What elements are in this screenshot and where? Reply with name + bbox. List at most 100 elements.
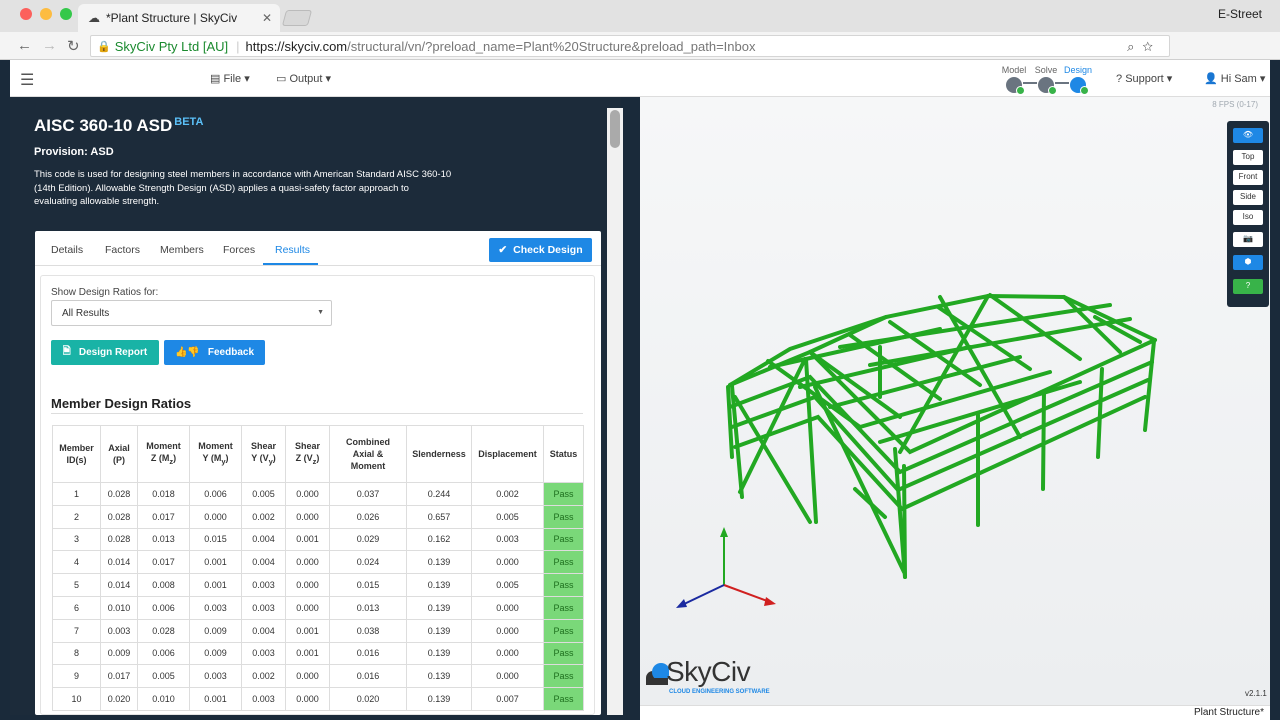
check-design-label: Check Design (513, 244, 583, 256)
back-arrow-icon[interactable]: ← (17, 37, 32, 54)
table-cell: 0.002 (471, 482, 544, 506)
table-row: 1 0.028 0.018 0.006 0.005 0.000 0.037 0.244 0.00… (52, 482, 584, 506)
structure-model[interactable] (640, 97, 1270, 705)
table-cell: 4 (52, 550, 101, 575)
view-iso-button[interactable]: Iso (1233, 210, 1263, 225)
table-cell: 0.003 (189, 595, 242, 620)
col-axial[interactable]: Axial (P) (100, 425, 138, 483)
status-bar: Plant Structure* (640, 705, 1270, 720)
table-cell: 0.020 (100, 687, 138, 711)
3d-viewport[interactable]: 8 FPS (0-17) v2.1.1 (640, 97, 1270, 705)
ratios-filter-select[interactable]: All Results ▼ (51, 300, 332, 326)
show-ratios-label: Show Design Ratios for: (51, 287, 159, 298)
new-tab-button[interactable] (281, 10, 313, 26)
feedback-button[interactable]: 👍👎 Feedback (164, 340, 265, 365)
design-report-button[interactable]: 🗎 Design Report (51, 340, 159, 365)
file-menu-label: File (223, 73, 242, 85)
col-moment-z[interactable]: Moment Z (Mz) (137, 425, 190, 483)
col-shear-y[interactable]: Shear Y (Vy) (241, 425, 286, 483)
table-cell: 0.006 (189, 482, 242, 506)
table-cell: 0.016 (329, 641, 407, 666)
minimize-window-button[interactable] (40, 8, 52, 20)
table-cell: 0.016 (329, 664, 407, 689)
tab-members[interactable]: Members (160, 244, 204, 256)
cube-icon[interactable]: ⬢ (1233, 255, 1263, 270)
table-cell: 2 (52, 504, 101, 529)
design-report-label: Design Report (78, 347, 148, 358)
visibility-eye-icon[interactable]: 👁 (1233, 128, 1263, 143)
hamburger-menu-icon[interactable]: ☰ (20, 70, 34, 90)
section-divider (51, 413, 583, 414)
zoom-and-star-icons[interactable]: ⌕☆ (1127, 39, 1161, 55)
table-cell: 0.038 (329, 618, 407, 643)
view-side-button[interactable]: Side (1233, 190, 1263, 205)
table-cell: 0.017 (137, 504, 190, 529)
table-cell: 0.037 (329, 482, 407, 506)
col-shear-z[interactable]: Shear Z (Vz) (285, 425, 330, 483)
output-menu-label: Output (289, 73, 323, 85)
tab-details[interactable]: Details (51, 244, 83, 256)
table-cell: 0.000 (471, 641, 544, 666)
step-label: Model (1001, 65, 1027, 75)
table-cell: 0.005 (241, 482, 286, 506)
col-slenderness[interactable]: Slenderness (406, 425, 472, 483)
code-title: AISC 360-10 ASD BETA (34, 116, 203, 136)
tab-forces[interactable]: Forces (223, 244, 255, 256)
status-cell: Pass (543, 550, 584, 575)
user-menu[interactable]: 👤 Hi Sam ▾ (1204, 72, 1265, 85)
col-status[interactable]: Status (543, 425, 584, 483)
close-window-button[interactable] (20, 8, 32, 20)
table-cell: 0.003 (241, 687, 286, 711)
tab-factors[interactable]: Factors (105, 244, 140, 256)
maximize-window-button[interactable] (60, 8, 72, 20)
panel-scrollbar[interactable] (610, 110, 620, 148)
status-cell: Pass (543, 641, 584, 666)
file-menu[interactable]: ▤ File ▾ (210, 72, 250, 85)
version-label: v2.1.1 (1245, 689, 1267, 698)
col-member-id[interactable]: Member ID(s) (52, 425, 101, 483)
table-cell: 0.139 (406, 664, 472, 689)
address-bar[interactable]: 🔒 SkyCiv Pty Ltd [AU] | https://skyciv.c… (90, 35, 1170, 57)
design-step[interactable]: Design (1061, 65, 1095, 95)
table-cell: 0.001 (285, 641, 330, 666)
model-step[interactable]: Model (997, 65, 1031, 95)
table-cell: 0.000 (285, 573, 330, 597)
active-tab-indicator (263, 263, 318, 265)
address-divider: | (236, 38, 240, 54)
output-menu[interactable]: ▭ Output ▾ (276, 72, 331, 85)
table-cell: 0.000 (471, 618, 544, 643)
reload-icon[interactable]: ↻ (67, 37, 80, 55)
check-design-button[interactable]: ✔ Check Design (489, 238, 592, 262)
table-cell: 0.028 (137, 618, 190, 643)
close-tab-icon[interactable]: ✕ (262, 11, 272, 25)
table-cell: 0.139 (406, 550, 472, 575)
status-cell: Pass (543, 618, 584, 643)
solve-step[interactable]: Solve (1029, 65, 1063, 95)
table-cell: 0.162 (406, 527, 472, 552)
view-front-button[interactable]: Front (1233, 170, 1263, 185)
status-cell: Pass (543, 573, 584, 597)
col-moment-y[interactable]: Moment Y (My) (189, 425, 242, 483)
table-cell: 0.020 (329, 687, 407, 711)
camera-icon[interactable]: 📷 (1233, 232, 1263, 247)
table-cell: 0.015 (329, 573, 407, 597)
forward-arrow-icon[interactable]: → (42, 37, 57, 54)
table-cell: 0.003 (241, 641, 286, 666)
table-cell: 0.007 (471, 687, 544, 711)
table-row: 10 0.020 0.010 0.001 0.003 0.000 0.020 0.139 0.0… (52, 687, 584, 711)
table-cell: 0.014 (100, 550, 138, 575)
table-cell: 0.028 (100, 504, 138, 529)
step-label: Design (1063, 65, 1092, 75)
col-combined[interactable]: Combined Axial & Moment (329, 425, 407, 483)
browser-tab[interactable]: ☁ *Plant Structure | SkyCiv ✕ (78, 4, 280, 32)
view-top-button[interactable]: Top (1233, 150, 1263, 165)
support-menu[interactable]: ? Support ▾ (1116, 72, 1172, 85)
axes-gizmo (676, 527, 776, 608)
panel-scroll-track[interactable] (607, 108, 623, 715)
tab-results[interactable]: Results (275, 244, 310, 256)
help-icon[interactable]: ? (1233, 279, 1263, 294)
table-cell: 0.000 (285, 664, 330, 689)
profile-name[interactable]: E-Street (1218, 7, 1262, 21)
col-displacement[interactable]: Displacement (471, 425, 544, 483)
table-cell: 0.139 (406, 641, 472, 666)
